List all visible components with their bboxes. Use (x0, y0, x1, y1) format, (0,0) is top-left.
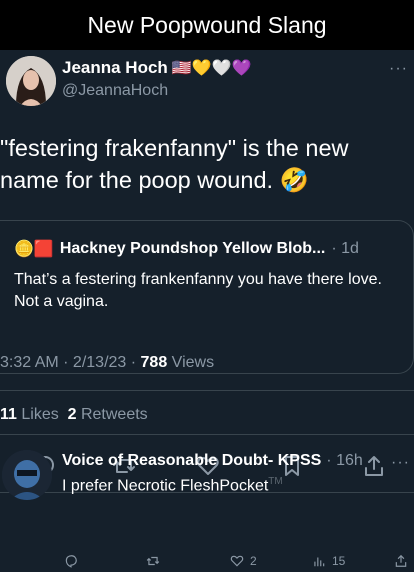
tweet-time[interactable]: 3:32 AM · 2/13/23 · (0, 354, 141, 371)
tweet-meta-row: 3:32 AM · 2/13/23 · 788 Views (0, 354, 214, 372)
reply-avatar[interactable] (2, 450, 52, 500)
quoted-author-name: Hackney Poundshop Yellow Blob... (59, 240, 326, 257)
retweets-label[interactable]: Retweets (77, 406, 148, 423)
reply-text: I prefer Necrotic FleshPocketTM (62, 476, 283, 495)
quoted-badges: 🪙🟥 (14, 241, 54, 258)
reply-more-options-icon[interactable]: ··· (391, 454, 410, 472)
reply-reply-button[interactable] (64, 554, 78, 568)
reply-action-bar: 2 15 (0, 552, 414, 572)
views-icon (314, 557, 325, 567)
tweet-text: "festering frakenfanny" is the new name … (0, 135, 349, 193)
views-count: 788 (140, 354, 168, 371)
reply-icon (65, 555, 77, 568)
reply-like-button[interactable]: 2 (230, 554, 257, 568)
reply-trademark: TM (268, 476, 283, 487)
quoted-header: 🪙🟥 Hackney Poundshop Yellow Blob... · 1d (14, 239, 359, 259)
caption-title: New Poopwound Slang (87, 11, 327, 38)
emoji-badges: 🇺🇸💛🤍💜 (171, 60, 252, 77)
likes-label[interactable]: Likes (17, 406, 68, 423)
more-options-icon[interactable]: ··· (389, 60, 408, 78)
divider (0, 390, 414, 391)
reply-text-body: I prefer Necrotic FleshPocket (62, 477, 269, 495)
quoted-text: That’s a festering frankenfanny you have… (14, 271, 382, 310)
quoted-timestamp: · 1d (331, 240, 359, 257)
reply-author-name[interactable]: Voice of Reasonable Doubt- KPSS (62, 452, 321, 470)
avatar[interactable] (6, 56, 56, 106)
divider (0, 434, 414, 435)
engagement-stats: 11 Likes 2 Retweets (0, 406, 148, 424)
reply-views-count: 15 (332, 554, 346, 568)
reply-avatar-image (2, 450, 52, 500)
avatar-image (6, 56, 56, 106)
reply-like-count: 2 (250, 554, 257, 568)
reply-share-button[interactable] (394, 554, 408, 568)
likes-count[interactable]: 11 (0, 406, 17, 423)
share-icon (395, 554, 407, 567)
reply-views-button[interactable]: 15 (312, 554, 345, 568)
reply-tweet: Voice of Reasonable Doubt- KPSS · 16h ··… (0, 442, 414, 572)
retweet-icon (146, 556, 160, 566)
image-caption-banner: New Poopwound Slang (0, 0, 414, 50)
reply-header: Voice of Reasonable Doubt- KPSS · 16h (62, 452, 363, 470)
retweets-count[interactable]: 2 (68, 406, 77, 423)
reply-retweet-button[interactable] (146, 554, 160, 568)
like-icon (230, 555, 244, 567)
author-handle[interactable]: @JeannaHoch (62, 82, 168, 100)
author-row: Jeanna Hoch 🇺🇸💛🤍💜 (62, 58, 252, 78)
reply-timestamp: · 16h (326, 452, 363, 469)
author-name[interactable]: Jeanna Hoch (62, 58, 168, 78)
views-label: Views (167, 354, 215, 371)
quoted-tweet[interactable]: 🪙🟥 Hackney Poundshop Yellow Blob... · 1d… (0, 220, 414, 374)
